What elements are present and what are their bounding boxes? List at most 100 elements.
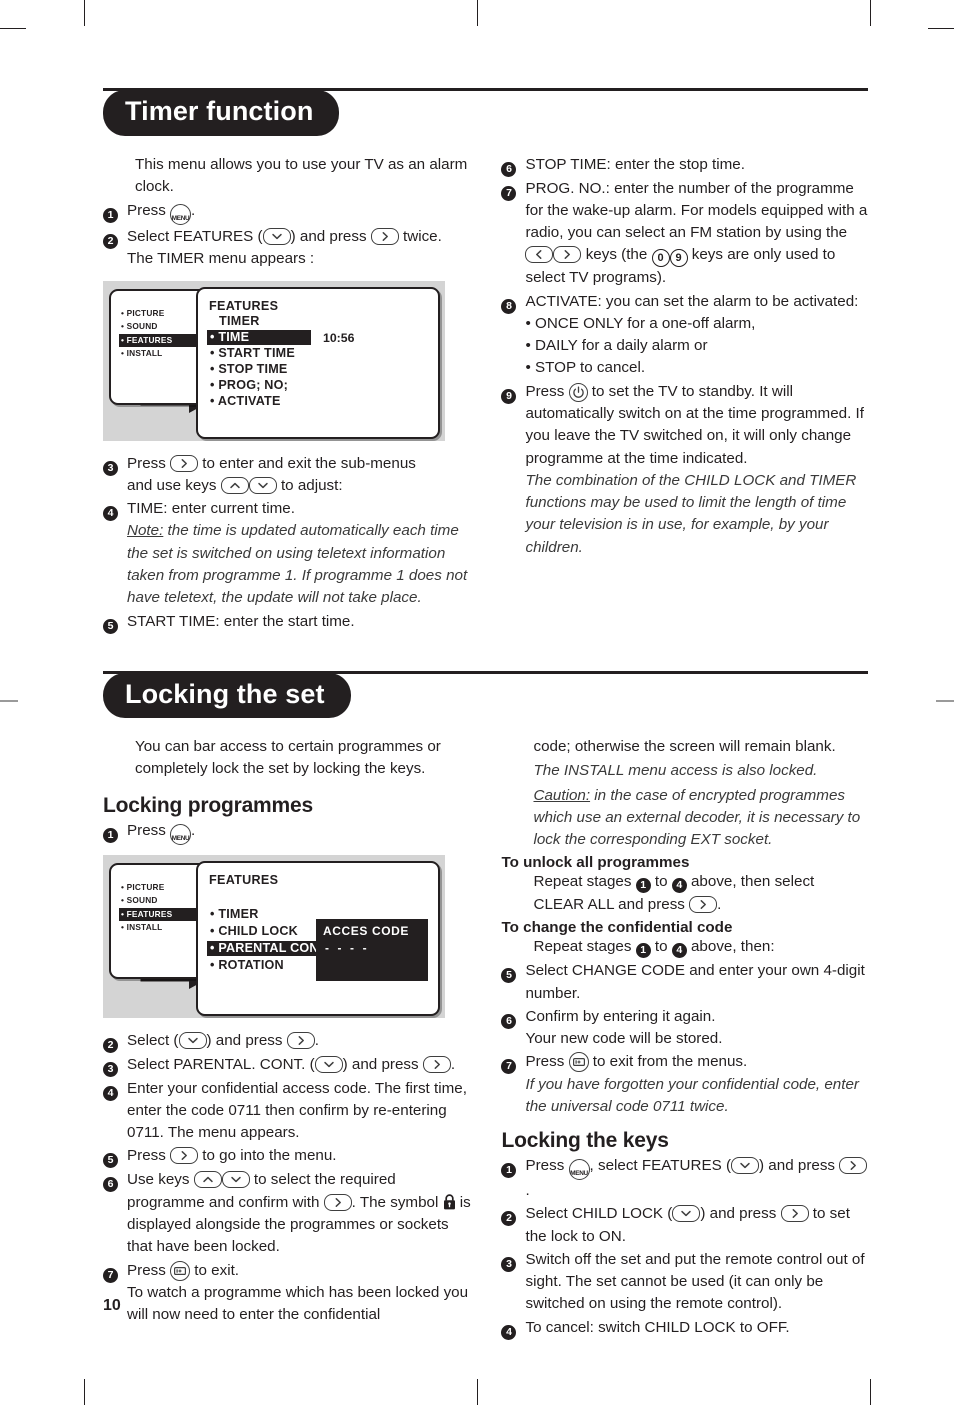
right-key-icon <box>553 246 582 264</box>
step-text: Confirm by entering it again. <box>525 1007 716 1025</box>
right-key-icon <box>286 1031 315 1049</box>
submenu-row-label: TIME <box>218 329 250 344</box>
menu-item-install[interactable]: • INSTALL <box>119 347 201 360</box>
step-text-tail: . <box>191 202 196 220</box>
stage-number-1: 1 <box>635 943 651 958</box>
step-number: 2 <box>103 1037 118 1053</box>
change-code-step-5: 5 Select CHANGE CODE and enter your own … <box>501 960 868 1005</box>
header-rule <box>103 670 868 674</box>
step-text: Press <box>525 1053 569 1071</box>
submenu-title: FEATURES <box>209 872 279 887</box>
menu-item-features[interactable]: • FEATURES <box>119 907 201 921</box>
step-number: 7 <box>501 185 517 201</box>
submenu-row-label: TIMER <box>218 906 259 921</box>
change-text-a: Repeat stages <box>533 938 636 955</box>
timer-right-column: 6 STOP TIME: enter the stop time. 7 PROG… <box>501 154 868 635</box>
stage-number-4: 4 <box>671 878 687 894</box>
step-text: Press <box>127 821 171 839</box>
menu-item-sound[interactable]: • SOUND <box>119 894 201 907</box>
step-number: 4 <box>501 1324 517 1340</box>
step-text: PROG. NO.: enter the number of the progr… <box>525 179 868 242</box>
submenu-row-stop-time[interactable]: • STOP TIME <box>207 362 292 377</box>
locking-intro: You can bar access to certain programmes… <box>135 738 441 778</box>
submenu-row-label: ROTATION <box>218 957 284 972</box>
submenu-row-label: PARENTAL CONT <box>218 940 327 955</box>
step-text: Press <box>127 1147 171 1165</box>
step-text-tail: . <box>191 821 196 839</box>
submenu-row-prog-no[interactable]: • PROG; NO; <box>207 378 292 393</box>
locking-step-6: 6 Use keys to select the required progra… <box>103 1169 473 1258</box>
menu-item-label: FEATURES <box>126 908 173 919</box>
step-number: 3 <box>103 1061 118 1077</box>
submenu-row-rotation[interactable]: • ROTATION <box>207 958 288 973</box>
stage-number-4: 4 <box>671 943 687 958</box>
menu-item-picture[interactable]: • PICTURE <box>119 307 201 320</box>
change-code-text: Repeat stages 1 to 4 above, then: <box>533 936 868 958</box>
step-number: 6 <box>501 161 517 177</box>
menu-key-icon: MENU <box>170 204 192 226</box>
figure-features-childlock-menu: • PICTURE • SOUND • FEATURES • INSTALL F… <box>103 854 445 1018</box>
submenu-row-label: START TIME <box>218 345 295 360</box>
menu-key-icon: MENU <box>170 823 192 845</box>
step-number: 1 <box>103 208 118 224</box>
step-number: 1 <box>103 827 118 843</box>
submenu-row-start-time[interactable]: • START TIME <box>207 346 299 361</box>
figure-features-timer-menu: • PICTURE • SOUND • FEATURES • INSTALL F… <box>103 280 445 441</box>
step-text: Select CHILD LOCK ( <box>525 1205 673 1223</box>
submenu-row-label: STOP TIME <box>218 361 288 376</box>
unlock-text-b: to <box>650 873 672 891</box>
menu-box-main: • PICTURE • SOUND • FEATURES • INSTALL <box>109 288 209 405</box>
timer-step-3: 3 Press to enter and exit the sub-menus … <box>103 453 473 498</box>
manual-page: Timer function This menu allows you to u… <box>0 0 954 1405</box>
menu-box-submenu: FEATURES • TIMER • CHILD LOCK • PARENTAL… <box>196 860 440 1016</box>
menu-item-label: FEATURES <box>126 334 173 345</box>
step-text-b: ) and press <box>700 1205 781 1223</box>
right-key-icon <box>323 1193 352 1211</box>
step-text-line2: The TIMER menu appears : <box>127 250 315 268</box>
right-key-icon <box>170 454 199 472</box>
menu-item-features[interactable]: • FEATURES <box>119 333 201 347</box>
step-number: 4 <box>103 1085 118 1101</box>
right-key-icon <box>422 1055 451 1073</box>
timer-step-6: 6 STOP TIME: enter the stop time. <box>501 154 868 177</box>
right-key-icon <box>839 1157 868 1175</box>
change-text-c: above, then: <box>686 938 775 955</box>
submenu-row-label: CHILD LOCK <box>218 923 298 938</box>
note-text: the time is updated automatically each t… <box>127 522 468 607</box>
menu-item-install[interactable]: • INSTALL <box>119 921 201 934</box>
activate-option-once: • ONCE ONLY for a one-off alarm, <box>525 314 756 332</box>
menu-main-list: • PICTURE • SOUND • FEATURES • INSTALL <box>119 881 201 935</box>
submenu-row-time[interactable]: • TIME <box>207 329 311 345</box>
exit-key-icon <box>568 1052 589 1073</box>
left-key-icon <box>525 246 554 264</box>
submenu-row-timer[interactable]: • TIMER <box>207 907 263 922</box>
timer-step-2: 2 Select FEATURES () and press twice. Th… <box>103 226 473 271</box>
menu-item-picture[interactable]: • PICTURE <box>119 881 201 894</box>
note-label: Note: <box>127 522 164 540</box>
menu-item-sound[interactable]: • SOUND <box>119 320 201 333</box>
step-text-tail: . <box>450 1055 456 1073</box>
heading-change-code: To change the confidential code <box>501 919 733 936</box>
stage-number-1: 1 <box>635 878 651 894</box>
submenu-row-activate[interactable]: • ACTIVATE <box>207 394 285 409</box>
submenu-row-label: PROG; NO; <box>218 377 288 392</box>
unlock-text-d: . <box>717 895 722 913</box>
down-key-icon <box>221 1171 250 1189</box>
submenu-row-child-lock[interactable]: • CHILD LOCK <box>207 924 302 939</box>
menu-box-main: • PICTURE • SOUND • FEATURES • INSTALL <box>109 862 209 979</box>
submenu-row-label: ACTIVATE <box>217 393 281 408</box>
step-text-mid: to exit from the menus. <box>588 1053 748 1071</box>
section-title-locking: Locking the set <box>103 672 351 719</box>
step-number: 6 <box>103 1177 118 1193</box>
subheading-locking-programmes: Locking programmes <box>103 793 313 817</box>
step-text-tail: to adjust: <box>276 476 343 494</box>
right-key-icon <box>370 228 399 246</box>
heading-unlock-all: To unlock all programmes <box>501 854 690 872</box>
digit-key-9-icon: 9 <box>669 249 688 268</box>
activate-option-daily: • DAILY for a daily alarm or <box>525 337 708 355</box>
digit-key-0-icon: 0 <box>651 249 670 268</box>
locking-columns: You can bar access to certain programmes… <box>103 736 868 1341</box>
submenu-row-parental-cont[interactable]: • PARENTAL CONT <box>207 940 331 956</box>
step-text-mid: ) and press <box>290 228 371 246</box>
timer-intro: This menu allows you to use your TV as a… <box>135 155 468 195</box>
